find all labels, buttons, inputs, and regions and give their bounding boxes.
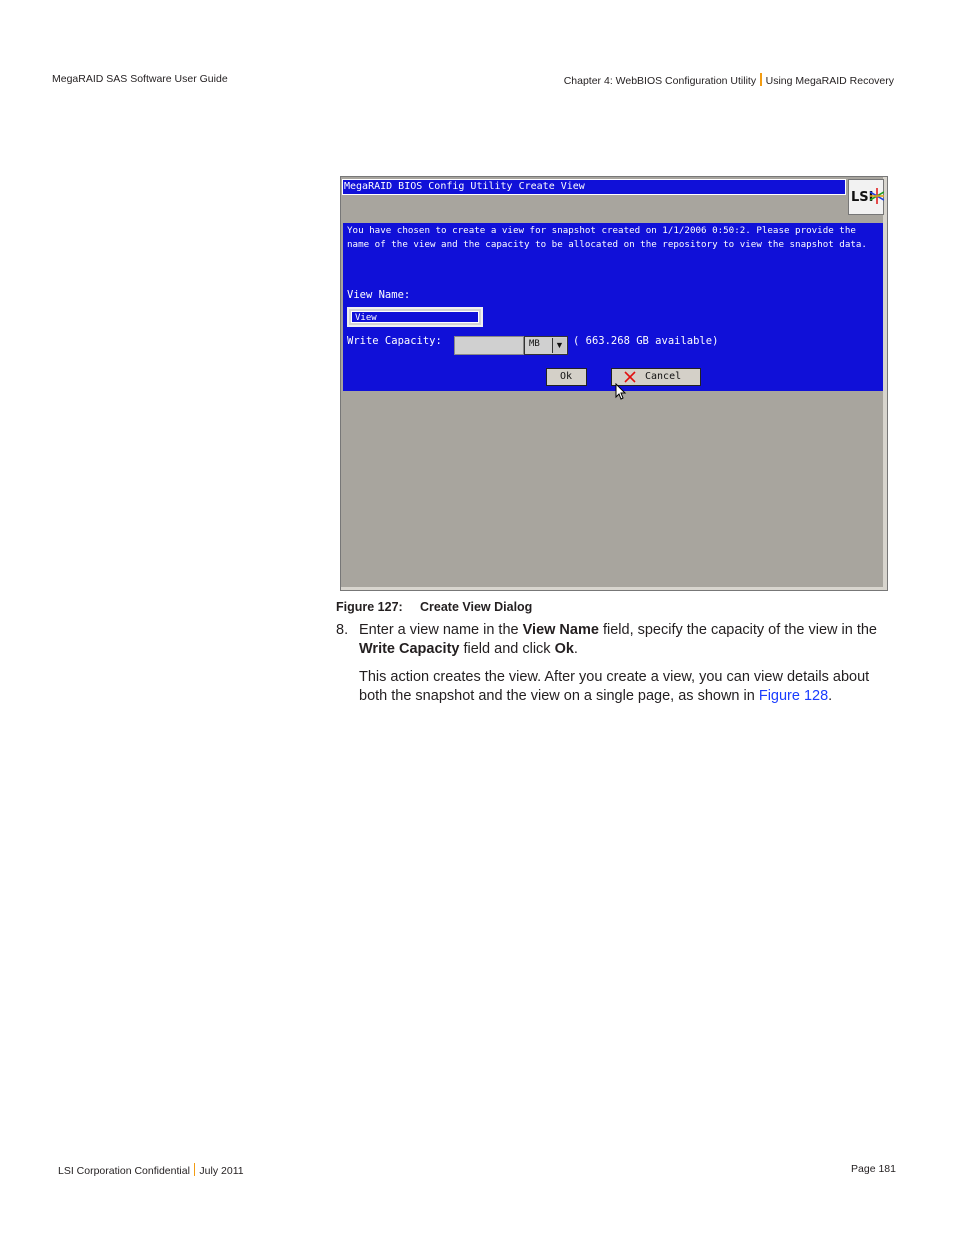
page-number: Page 181	[851, 1163, 896, 1175]
write-capacity-label: Write Capacity:	[347, 335, 442, 347]
window-titlebar: MegaRAID BIOS Config Utility Create View	[342, 179, 846, 195]
header-chapter: Chapter 4: WebBIOS Configuration Utility	[563, 75, 757, 87]
capacity-unit-select[interactable]: MB ▼	[524, 336, 568, 355]
create-view-screenshot: MegaRAID BIOS Config Utility Create View…	[340, 176, 888, 591]
step-8: 8. Enter a view name in the View Name fi…	[336, 621, 896, 659]
result-paragraph: This action creates the view. After you …	[359, 668, 899, 706]
view-name-inner: View	[351, 311, 479, 323]
step-text: field, specify the capacity of the view …	[598, 622, 878, 638]
screenshot-edge-bottom	[341, 587, 887, 590]
chevron-down-icon[interactable]: ▼	[552, 338, 566, 353]
step-bold-ok: Ok	[554, 641, 574, 657]
running-header-chapter: Chapter 4: WebBIOS Configuration Utility…	[564, 73, 894, 87]
window-title: MegaRAID BIOS Config Utility Create View	[344, 181, 585, 192]
screenshot-edge	[883, 177, 887, 590]
step-number: 8.	[336, 622, 349, 638]
view-name-label: View Name:	[347, 289, 411, 301]
footer-separator	[193, 1163, 196, 1176]
header-section: Using MegaRAID Recovery	[765, 75, 894, 87]
ok-label: Ok	[560, 371, 573, 382]
lsi-logo: LSI	[848, 179, 884, 215]
figure-title: Create View Dialog	[420, 600, 533, 614]
step-body: Enter a view name in the View Name field…	[359, 621, 896, 659]
figure-number: Figure 127:	[336, 600, 403, 614]
figure-128-link[interactable]: Figure 128	[759, 688, 828, 704]
available-capacity-text: ( 663.268 GB available)	[573, 335, 719, 347]
step-text: .	[573, 641, 578, 657]
view-name-input[interactable]: View	[347, 307, 483, 327]
dialog-message-line2: name of the view and the capacity to be …	[347, 239, 867, 250]
dialog-panel: You have chosen to create a view for sna…	[343, 223, 883, 391]
footer-confidential: LSI Corporation Confidential	[58, 1165, 190, 1177]
logo-star-icon	[870, 188, 884, 204]
running-footer-left: LSI Corporation Confidential July 2011	[58, 1163, 244, 1177]
footer-date: July 2011	[199, 1165, 244, 1177]
figure-caption: Figure 127: Create View Dialog	[336, 600, 532, 614]
unit-value: MB	[529, 339, 540, 349]
cancel-label: Cancel	[645, 371, 682, 382]
running-header-title: MegaRAID SAS Software User Guide	[52, 73, 228, 85]
paragraph-end: .	[828, 688, 833, 704]
mouse-pointer-icon	[615, 383, 627, 400]
step-bold-write-capacity: Write Capacity	[359, 641, 460, 657]
view-name-value: View	[355, 313, 377, 323]
ok-button[interactable]: Ok	[546, 368, 587, 386]
step-bold-view-name: View Name	[522, 622, 599, 638]
dialog-message-line1: You have chosen to create a view for sna…	[347, 225, 856, 236]
write-capacity-input[interactable]	[454, 336, 524, 355]
header-separator	[760, 73, 762, 86]
step-text: field and click	[459, 641, 555, 657]
step-text: Enter a view name in the	[359, 622, 523, 638]
close-icon	[624, 371, 636, 383]
